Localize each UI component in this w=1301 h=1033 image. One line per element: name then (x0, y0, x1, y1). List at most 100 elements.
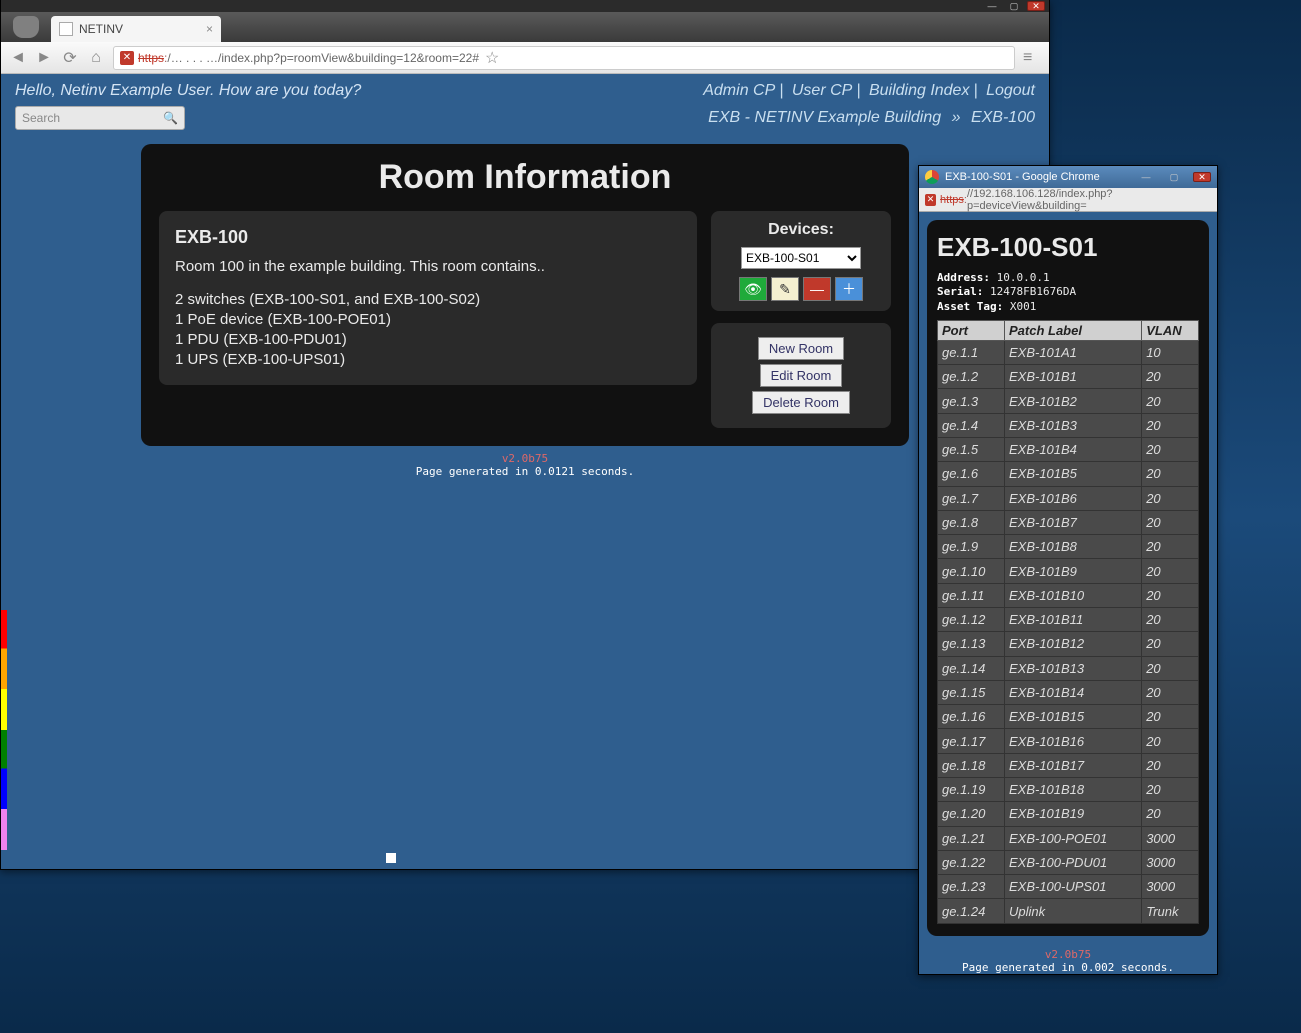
edit-device-icon[interactable]: ✎ (771, 277, 799, 301)
port-table-row[interactable]: ge.1.15EXB-101B1420 (938, 680, 1199, 704)
port-table-cell: ge.1.5 (938, 438, 1005, 462)
port-table-row[interactable]: ge.1.3EXB-101B220 (938, 389, 1199, 413)
edit-room-button[interactable]: Edit Room (760, 364, 843, 387)
popup-footer-version: v2.0b75 (919, 948, 1217, 961)
port-table-row[interactable]: ge.1.10EXB-101B920 (938, 559, 1199, 583)
port-table-cell: EXB-101B2 (1004, 389, 1141, 413)
port-table-cell: Uplink (1004, 899, 1141, 924)
port-table-cell: 20 (1142, 753, 1199, 777)
port-table-cell: ge.1.19 (938, 777, 1005, 801)
devices-heading: Devices: (721, 221, 881, 239)
port-table-row[interactable]: ge.1.21EXB-100-POE013000 (938, 826, 1199, 850)
breadcrumb-arrow-icon: » (952, 109, 961, 126)
card-title: Room Information (159, 158, 891, 197)
port-table-row[interactable]: ge.1.19EXB-101B1820 (938, 777, 1199, 801)
port-table-cell: 20 (1142, 802, 1199, 826)
port-table-row[interactable]: ge.1.8EXB-101B720 (938, 510, 1199, 534)
browser-tab[interactable]: NETINV × (51, 16, 221, 42)
home-button[interactable]: ⌂ (87, 49, 105, 67)
port-table-cell: EXB-100-UPS01 (1004, 875, 1141, 899)
port-table-cell: ge.1.13 (938, 632, 1005, 656)
close-button[interactable]: ✕ (1027, 1, 1045, 11)
breadcrumb-building[interactable]: EXB - NETINV Example Building (708, 109, 941, 126)
port-table-row[interactable]: ge.1.20EXB-101B1920 (938, 802, 1199, 826)
port-table-cell: ge.1.20 (938, 802, 1005, 826)
delete-room-button[interactable]: Delete Room (752, 391, 850, 414)
breadcrumb: EXB - NETINV Example Building » EXB-100 (708, 109, 1035, 127)
tab-title: NETINV (79, 22, 123, 36)
footer-gen-time: Page generated in 0.0121 seconds. (1, 465, 1049, 478)
room-content-line: 2 switches (EXB-100-S01, and EXB-100-S02… (175, 290, 681, 310)
port-table-row[interactable]: ge.1.4EXB-101B320 (938, 413, 1199, 437)
new-room-button[interactable]: New Room (758, 337, 844, 360)
add-device-icon[interactable]: ＋ (835, 277, 863, 301)
port-table-cell: EXB-101B4 (1004, 438, 1141, 462)
maximize-button[interactable]: ▢ (1005, 1, 1023, 11)
chrome-menu-button[interactable]: ≡ (1023, 49, 1041, 67)
page-body: Hello, Netinv Example User. How are you … (1, 74, 1049, 869)
popup-close-button[interactable]: ✕ (1193, 172, 1211, 182)
forward-button[interactable]: ► (35, 49, 53, 67)
port-table-cell: ge.1.1 (938, 340, 1005, 364)
minimize-button[interactable]: — (983, 1, 1001, 11)
popup-url-path: //192.168.106.128/index.php?p=deviceView… (967, 188, 1211, 212)
port-table-cell: ge.1.24 (938, 899, 1005, 924)
search-placeholder: Search (22, 111, 60, 125)
port-table-cell: EXB-101B11 (1004, 607, 1141, 631)
port-table-row[interactable]: ge.1.7EXB-101B620 (938, 486, 1199, 510)
port-table-row[interactable]: ge.1.23EXB-100-UPS013000 (938, 875, 1199, 899)
port-table-cell: EXB-101B15 (1004, 705, 1141, 729)
port-table-row[interactable]: ge.1.11EXB-101B1020 (938, 583, 1199, 607)
user-cp-link[interactable]: User CP (792, 82, 852, 99)
port-table-row[interactable]: ge.1.13EXB-101B1220 (938, 632, 1199, 656)
admin-cp-link[interactable]: Admin CP (703, 82, 775, 99)
device-select[interactable]: EXB-100-S01 (741, 247, 861, 269)
port-table-row[interactable]: ge.1.14EXB-101B1320 (938, 656, 1199, 680)
port-table-header: VLAN (1142, 320, 1199, 340)
port-table-cell: ge.1.17 (938, 729, 1005, 753)
tab-close-icon[interactable]: × (206, 22, 213, 36)
port-table-cell: 3000 (1142, 875, 1199, 899)
port-table-cell: ge.1.7 (938, 486, 1005, 510)
port-table-row[interactable]: ge.1.18EXB-101B1720 (938, 753, 1199, 777)
popup-minimize-button[interactable]: — (1137, 172, 1155, 182)
popup-maximize-button[interactable]: ▢ (1165, 172, 1183, 182)
popup-address-bar[interactable]: ✕ https: //192.168.106.128/index.php?p=d… (919, 188, 1217, 212)
port-table-row[interactable]: ge.1.2EXB-101B120 (938, 365, 1199, 389)
room-card: Room Information EXB-100 Room 100 in the… (141, 144, 909, 446)
port-table-cell: EXB-101B1 (1004, 365, 1141, 389)
port-table-row[interactable]: ge.1.17EXB-101B1620 (938, 729, 1199, 753)
search-input[interactable]: Search 🔍 (15, 106, 185, 130)
delete-device-icon[interactable]: — (803, 277, 831, 301)
footer-version: v2.0b75 (1, 452, 1049, 465)
port-table-row[interactable]: ge.1.16EXB-101B1520 (938, 705, 1199, 729)
port-table-cell: 20 (1142, 559, 1199, 583)
port-table-row[interactable]: ge.1.1EXB-101A110 (938, 340, 1199, 364)
room-name: EXB-100 (175, 225, 681, 249)
port-table-cell: EXB-101B3 (1004, 413, 1141, 437)
port-table-row[interactable]: ge.1.5EXB-101B420 (938, 438, 1199, 462)
port-table-row[interactable]: ge.1.24UplinkTrunk (938, 899, 1199, 924)
logout-link[interactable]: Logout (986, 82, 1035, 99)
breadcrumb-room[interactable]: EXB-100 (971, 109, 1035, 126)
greeting-text: Hello, Netinv Example User. How are you … (15, 82, 361, 100)
port-table-cell: 10 (1142, 340, 1199, 364)
address-bar[interactable]: ✕ https: /… . . . …/index.php?p=roomView… (113, 46, 1015, 70)
device-card: EXB-100-S01 Address: 10.0.0.1 Serial: 12… (927, 220, 1209, 936)
port-table-cell: 20 (1142, 535, 1199, 559)
port-table-row[interactable]: ge.1.22EXB-100-PDU013000 (938, 850, 1199, 874)
reload-button[interactable]: ⟳ (61, 49, 79, 67)
view-device-icon[interactable]: 👁 (739, 277, 767, 301)
port-table-cell: ge.1.11 (938, 583, 1005, 607)
url-protocol: https: (138, 51, 167, 65)
building-index-link[interactable]: Building Index (869, 82, 970, 99)
port-table-row[interactable]: ge.1.9EXB-101B820 (938, 535, 1199, 559)
port-table-row[interactable]: ge.1.6EXB-101B520 (938, 462, 1199, 486)
search-icon: 🔍 (163, 111, 178, 125)
back-button[interactable]: ◄ (9, 49, 27, 67)
port-table-cell: ge.1.8 (938, 510, 1005, 534)
popup-url-protocol: https: (940, 194, 967, 206)
port-table-row[interactable]: ge.1.12EXB-101B1120 (938, 607, 1199, 631)
popup-insecure-icon: ✕ (925, 194, 936, 206)
bookmark-star-icon[interactable]: ☆ (485, 48, 499, 68)
